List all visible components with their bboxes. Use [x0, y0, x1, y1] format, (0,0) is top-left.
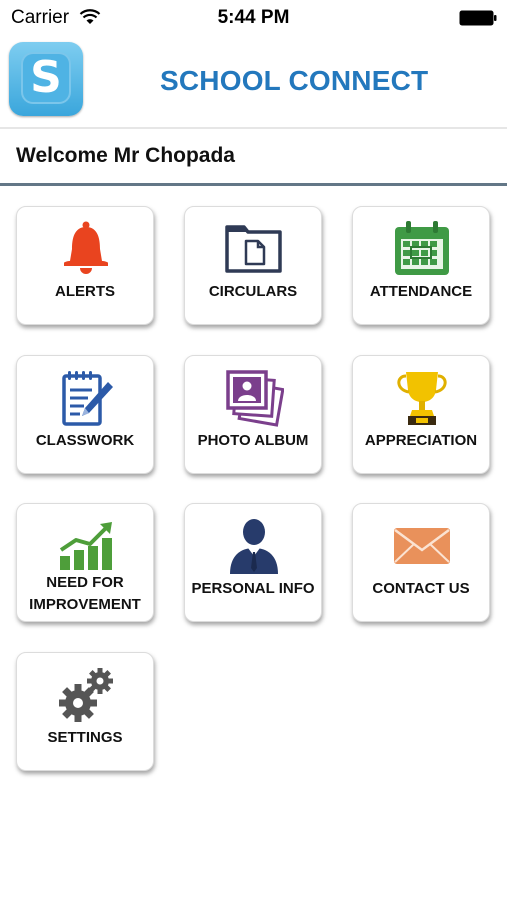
app-header: S SCHOOL CONNECT: [0, 38, 507, 128]
welcome-bar: Welcome Mr Chopada: [0, 129, 507, 185]
appreciation-tile[interactable]: APPRECIATION: [352, 355, 490, 474]
trophy-icon: [397, 372, 447, 425]
app-title: SCHOOL CONNECT: [160, 65, 429, 96]
notepad-pencil-icon: [62, 371, 113, 426]
calendar-icon: [395, 221, 449, 275]
envelope-icon: [394, 528, 450, 564]
bell-icon: [64, 221, 108, 274]
alerts-tile[interactable]: ALERTS: [16, 206, 154, 325]
need-for-improvement-label-line2: IMPROVEMENT: [29, 596, 141, 613]
need-for-improvement-label: NEED FOR IMPROVEMENT: [17, 572, 153, 616]
classwork-tile[interactable]: CLASSWORK: [16, 355, 154, 474]
folder-document-icon: [225, 225, 282, 273]
contact-us-tile[interactable]: CONTACT US: [352, 503, 490, 622]
status-clock: 5:44 PM: [217, 7, 290, 28]
app-logo: S: [9, 42, 83, 116]
attendance-tile[interactable]: ATTENDANCE: [352, 206, 490, 325]
classwork-label: CLASSWORK: [35, 432, 135, 449]
photo-album-tile[interactable]: PHOTO ALBUM: [184, 355, 322, 474]
battery-icon: [459, 10, 497, 26]
need-for-improvement-tile[interactable]: NEED FOR IMPROVEMENT: [16, 503, 154, 622]
status-bar: Carrier 5:44 PM: [0, 0, 507, 38]
personal-info-label: PERSONAL INFO: [191, 580, 315, 597]
circulars-label: CIRCULARS: [208, 283, 298, 300]
alerts-label: ALERTS: [55, 283, 115, 300]
gears-icon: [59, 668, 113, 722]
contact-us-label: CONTACT US: [372, 580, 470, 597]
circulars-tile[interactable]: CIRCULARS: [184, 206, 322, 325]
growth-chart-icon: [59, 522, 112, 570]
person-icon: [230, 519, 278, 574]
logo-letter: S: [21, 52, 71, 104]
settings-tile[interactable]: SETTINGS: [16, 652, 154, 771]
welcome-divider: [0, 183, 507, 186]
appreciation-label: APPRECIATION: [364, 432, 478, 449]
welcome-text: Welcome Mr Chopada: [16, 144, 235, 167]
personal-info-tile[interactable]: PERSONAL INFO: [184, 503, 322, 622]
photo-album-label: PHOTO ALBUM: [197, 432, 309, 449]
settings-label: SETTINGS: [47, 729, 123, 746]
attendance-label: ATTENDANCE: [369, 283, 473, 300]
photo-stack-icon: [226, 370, 284, 427]
need-for-improvement-label-line1: NEED FOR: [46, 574, 124, 591]
